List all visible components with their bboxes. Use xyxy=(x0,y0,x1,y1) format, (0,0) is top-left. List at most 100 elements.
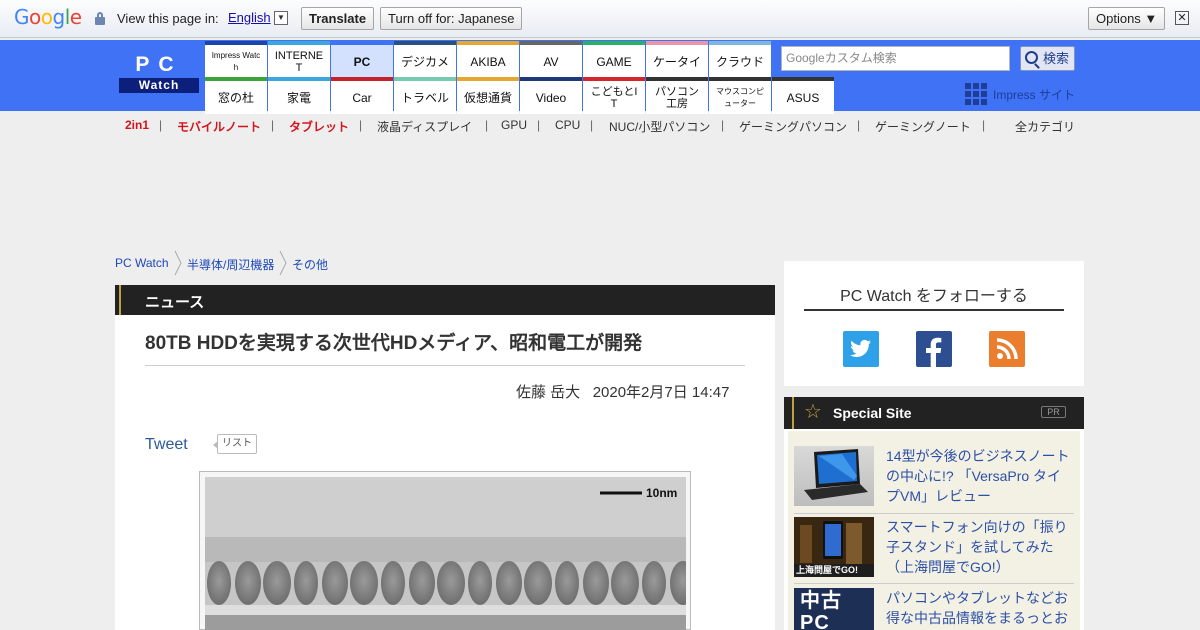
all-categories-link[interactable]: 全カテゴリ xyxy=(1015,118,1075,135)
special-site-box: ☆ Special Site PR 14型が今後のビジネスノートの中心に!? 「… xyxy=(784,397,1084,630)
rss-icon[interactable] xyxy=(989,331,1025,367)
category-link[interactable]: ゲーミングパソコン xyxy=(739,118,847,135)
translate-button[interactable]: Translate xyxy=(301,7,375,30)
nav-item[interactable]: AKIBA xyxy=(457,45,519,78)
nav-item-label: ASUS xyxy=(786,90,820,105)
turn-off-button[interactable]: Turn off for: Japanese xyxy=(380,7,523,30)
nav-item[interactable]: マウスコンピューター xyxy=(709,81,771,114)
nav-item[interactable]: デジカメ xyxy=(394,45,456,78)
nav-item-label: Impress Watch xyxy=(211,50,261,72)
impress-site-link[interactable]: Impress サイト xyxy=(993,86,1075,103)
nav-item[interactable]: Impress Watch xyxy=(205,45,267,78)
phone-stand-thumbnail[interactable]: 上海問屋でGO! xyxy=(794,517,874,577)
follow-box: PC Watch をフォローする xyxy=(784,261,1084,386)
breadcrumb-link[interactable]: PC Watch xyxy=(115,256,169,270)
nav-item-label: 窓の杜 xyxy=(217,90,254,105)
article-image[interactable]: 10nm xyxy=(199,471,691,630)
category-link[interactable]: 液晶ディスプレイ xyxy=(377,118,472,135)
nav-item[interactable]: クラウド xyxy=(709,45,771,78)
nav-item[interactable]: Video xyxy=(520,81,582,114)
nav-item-label: GAME xyxy=(596,54,632,69)
nav-item[interactable]: Car xyxy=(331,81,393,114)
nav-item[interactable]: GAME xyxy=(583,45,645,78)
category-separator: | xyxy=(359,118,363,132)
close-icon[interactable]: ✕ xyxy=(1175,11,1189,25)
thumbnail-caption: 中古PC xyxy=(800,590,842,630)
publish-date: 2020年2月7日 14:47 xyxy=(592,384,730,401)
nav-item[interactable]: パソコン工房 xyxy=(646,81,708,114)
nav-item-label: こどもとIT xyxy=(590,85,638,110)
byline: 佐藤 岳大 2020年2月7日 14:47 xyxy=(516,381,729,402)
logo-letter: e xyxy=(69,5,82,29)
laptop-thumbnail[interactable] xyxy=(794,446,874,506)
category-link[interactable]: タブレット xyxy=(289,118,349,135)
logo-letter: o xyxy=(40,5,53,29)
nav-item-label: クラウド xyxy=(715,54,764,69)
nav-item[interactable]: ASUS xyxy=(772,81,834,114)
logo-letter: g xyxy=(52,5,66,29)
section-bar: ニュース xyxy=(115,285,775,315)
nav-item[interactable]: 窓の杜 xyxy=(205,81,267,114)
nav-item[interactable]: AV xyxy=(520,45,582,78)
nav-item-label: パソコン工房 xyxy=(655,85,699,110)
article-title: 80TB HDDを実現する次世代HDメディア、昭和電工が開発 xyxy=(145,333,643,354)
section-title: ニュース xyxy=(145,294,205,311)
nav-item-label: AV xyxy=(543,54,559,69)
twitter-icon[interactable] xyxy=(843,331,879,367)
nav-item[interactable]: こどもとIT xyxy=(583,81,645,114)
facebook-icon[interactable] xyxy=(916,331,952,367)
nav-item-label: AKIBA xyxy=(470,54,506,69)
nav-item-label: トラベル xyxy=(400,90,449,105)
logo-letter: o xyxy=(29,5,41,29)
category-link[interactable]: NUC/小型パソコン xyxy=(609,118,710,135)
category-separator: | xyxy=(982,118,986,132)
follow-divider xyxy=(804,309,1064,311)
search-button[interactable]: 検索 xyxy=(1020,46,1075,71)
category-separator: | xyxy=(485,118,489,132)
article: ニュース 80TB HDDを実現する次世代HDメディア、昭和電工が開発 佐藤 岳… xyxy=(115,285,775,630)
category-separator: | xyxy=(537,118,541,132)
pr-badge: PR xyxy=(1041,406,1066,418)
category-separator: | xyxy=(159,118,163,132)
list-item-title[interactable]: 14型が今後のビジネスノートの中心に!? 「VersaPro タイプVM」レビュ… xyxy=(886,446,1072,506)
search-icon xyxy=(1025,51,1038,64)
nav-item[interactable]: 家電 xyxy=(268,81,330,114)
used-pc-thumbnail[interactable]: 中古PC xyxy=(794,588,874,630)
nav-item[interactable]: PC xyxy=(331,45,393,78)
nav-item[interactable]: 仮想通貨 xyxy=(457,81,519,114)
list-item-title[interactable]: スマートフォン向けの「振り子スタンド」を試してみた（上海問屋でGO!） xyxy=(886,517,1072,577)
list-item-title[interactable]: パソコンやタブレットなどお得な中古品情報をまるっとお xyxy=(886,588,1072,630)
nav-item[interactable]: トラベル xyxy=(394,81,456,114)
pc-watch-logo[interactable]: PC Watch xyxy=(119,54,199,95)
category-separator: | xyxy=(857,118,861,132)
scale-bar-label: 10nm xyxy=(646,486,677,500)
nav-item[interactable]: ケータイ xyxy=(646,45,708,78)
author: 佐藤 岳大 xyxy=(516,384,581,401)
category-link[interactable]: GPU xyxy=(501,118,527,132)
tem-micrograph: 10nm xyxy=(205,477,686,630)
category-link[interactable]: ゲーミングノート xyxy=(875,118,971,135)
list-button[interactable]: リスト xyxy=(213,434,257,454)
grid-icon[interactable] xyxy=(965,83,988,105)
options-button[interactable]: Options ▼ xyxy=(1088,7,1166,30)
tweet-button[interactable]: Tweet xyxy=(145,436,188,454)
nav-item-label: 家電 xyxy=(286,90,311,105)
category-separator: | xyxy=(721,118,725,132)
category-link[interactable]: 2in1 xyxy=(125,118,149,132)
translate-bar: Google View this page in: English ▼ Tran… xyxy=(0,0,1200,38)
breadcrumb-link[interactable]: 半導体/周辺機器 xyxy=(187,256,274,273)
category-nav: 2in1 モバイルノート タブレット 液晶ディスプレイ GPU CPU NUC/小型パソコン… xyxy=(0,116,1200,136)
category-link[interactable]: モバイルノート xyxy=(177,118,261,135)
breadcrumb-link[interactable]: その他 xyxy=(292,256,328,273)
language-dropdown-icon[interactable]: ▼ xyxy=(274,11,288,25)
breadcrumb-chevron-icon xyxy=(173,250,183,276)
language-select[interactable]: English xyxy=(228,10,271,25)
logo-bottom-text: Watch xyxy=(119,78,199,93)
breadcrumb-chevron-icon xyxy=(278,250,288,276)
category-link[interactable]: CPU xyxy=(555,118,580,132)
search-input[interactable]: Googleカスタム検索 xyxy=(781,46,1010,71)
nav-item[interactable]: INTERNET xyxy=(268,45,330,78)
nav-item-label: ケータイ xyxy=(652,54,701,69)
special-site-title: Special Site xyxy=(833,405,912,421)
nav-item-label: INTERNET xyxy=(274,49,324,74)
